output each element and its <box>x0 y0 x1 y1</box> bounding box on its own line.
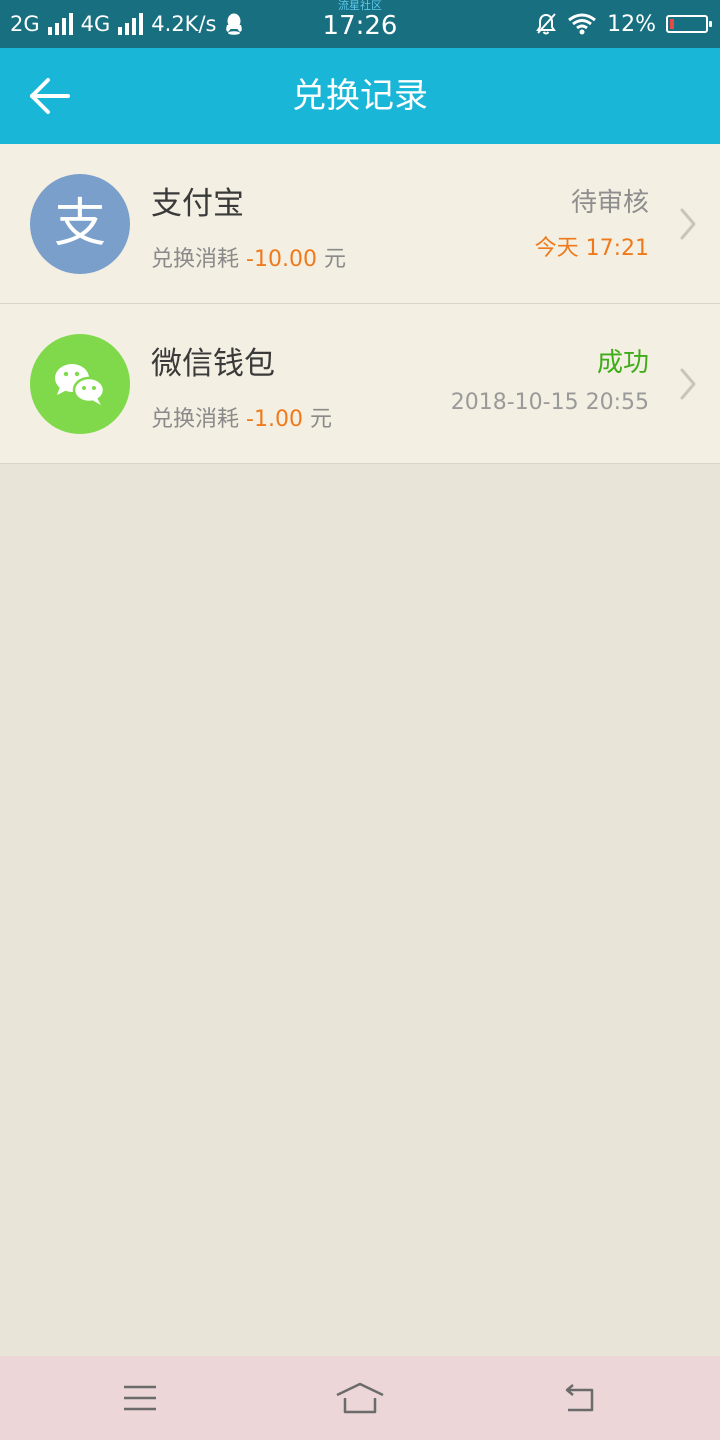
menu-icon <box>124 1385 156 1411</box>
chevron-right-icon <box>680 368 696 400</box>
menu-button[interactable] <box>110 1376 170 1420</box>
record-time: 2018-10-15 20:55 <box>450 390 649 415</box>
record-cost: 兑换消耗 -1.00 元 <box>151 401 332 433</box>
record-row-wechat[interactable]: 微信钱包 兑换消耗 -1.00 元 成功 2018-10-15 20:55 <box>0 304 720 464</box>
home-icon <box>336 1382 384 1414</box>
record-cost: 兑换消耗 -10.00 元 <box>151 241 346 273</box>
home-button[interactable] <box>330 1376 390 1420</box>
alipay-glyph: 支 <box>53 194 106 254</box>
record-status: 成功 <box>596 348 649 378</box>
record-name: 微信钱包 <box>151 346 275 382</box>
cost-unit: 元 <box>323 247 346 272</box>
chevron-right-icon <box>680 208 696 240</box>
record-name: 支付宝 <box>151 186 244 222</box>
battery-percent: 12% <box>607 11 656 37</box>
exchange-record-list: 支 支付宝 兑换消耗 -10.00 元 待审核 今天 17:21 微信钱包 兑换… <box>0 144 720 464</box>
system-nav-bar <box>0 1356 720 1440</box>
back-nav-icon <box>565 1384 594 1412</box>
cost-amount: -10.00 <box>246 247 317 272</box>
wechat-icon <box>30 334 130 434</box>
alipay-icon: 支 <box>30 174 130 274</box>
battery-icon <box>666 15 712 33</box>
wechat-bubbles-icon <box>55 364 106 405</box>
record-status: 待审核 <box>570 188 649 218</box>
page-title: 兑换记录 <box>292 76 428 116</box>
cost-amount: -1.00 <box>246 407 303 432</box>
bell-off-icon <box>536 13 556 35</box>
record-time: 今天 17:21 <box>534 236 649 261</box>
title-bar: 兑换记录 <box>0 48 720 144</box>
status-bar: 2G 4G 4.2K/s 流星社区 17:26 12% <box>0 0 720 48</box>
status-right: 12% <box>535 0 712 48</box>
cost-label: 兑换消耗 <box>151 407 240 432</box>
back-button[interactable] <box>550 1376 610 1420</box>
wifi-icon <box>568 13 597 35</box>
cost-label: 兑换消耗 <box>151 247 240 272</box>
cost-unit: 元 <box>309 407 332 432</box>
record-row-alipay[interactable]: 支 支付宝 兑换消耗 -10.00 元 待审核 今天 17:21 <box>0 144 720 304</box>
